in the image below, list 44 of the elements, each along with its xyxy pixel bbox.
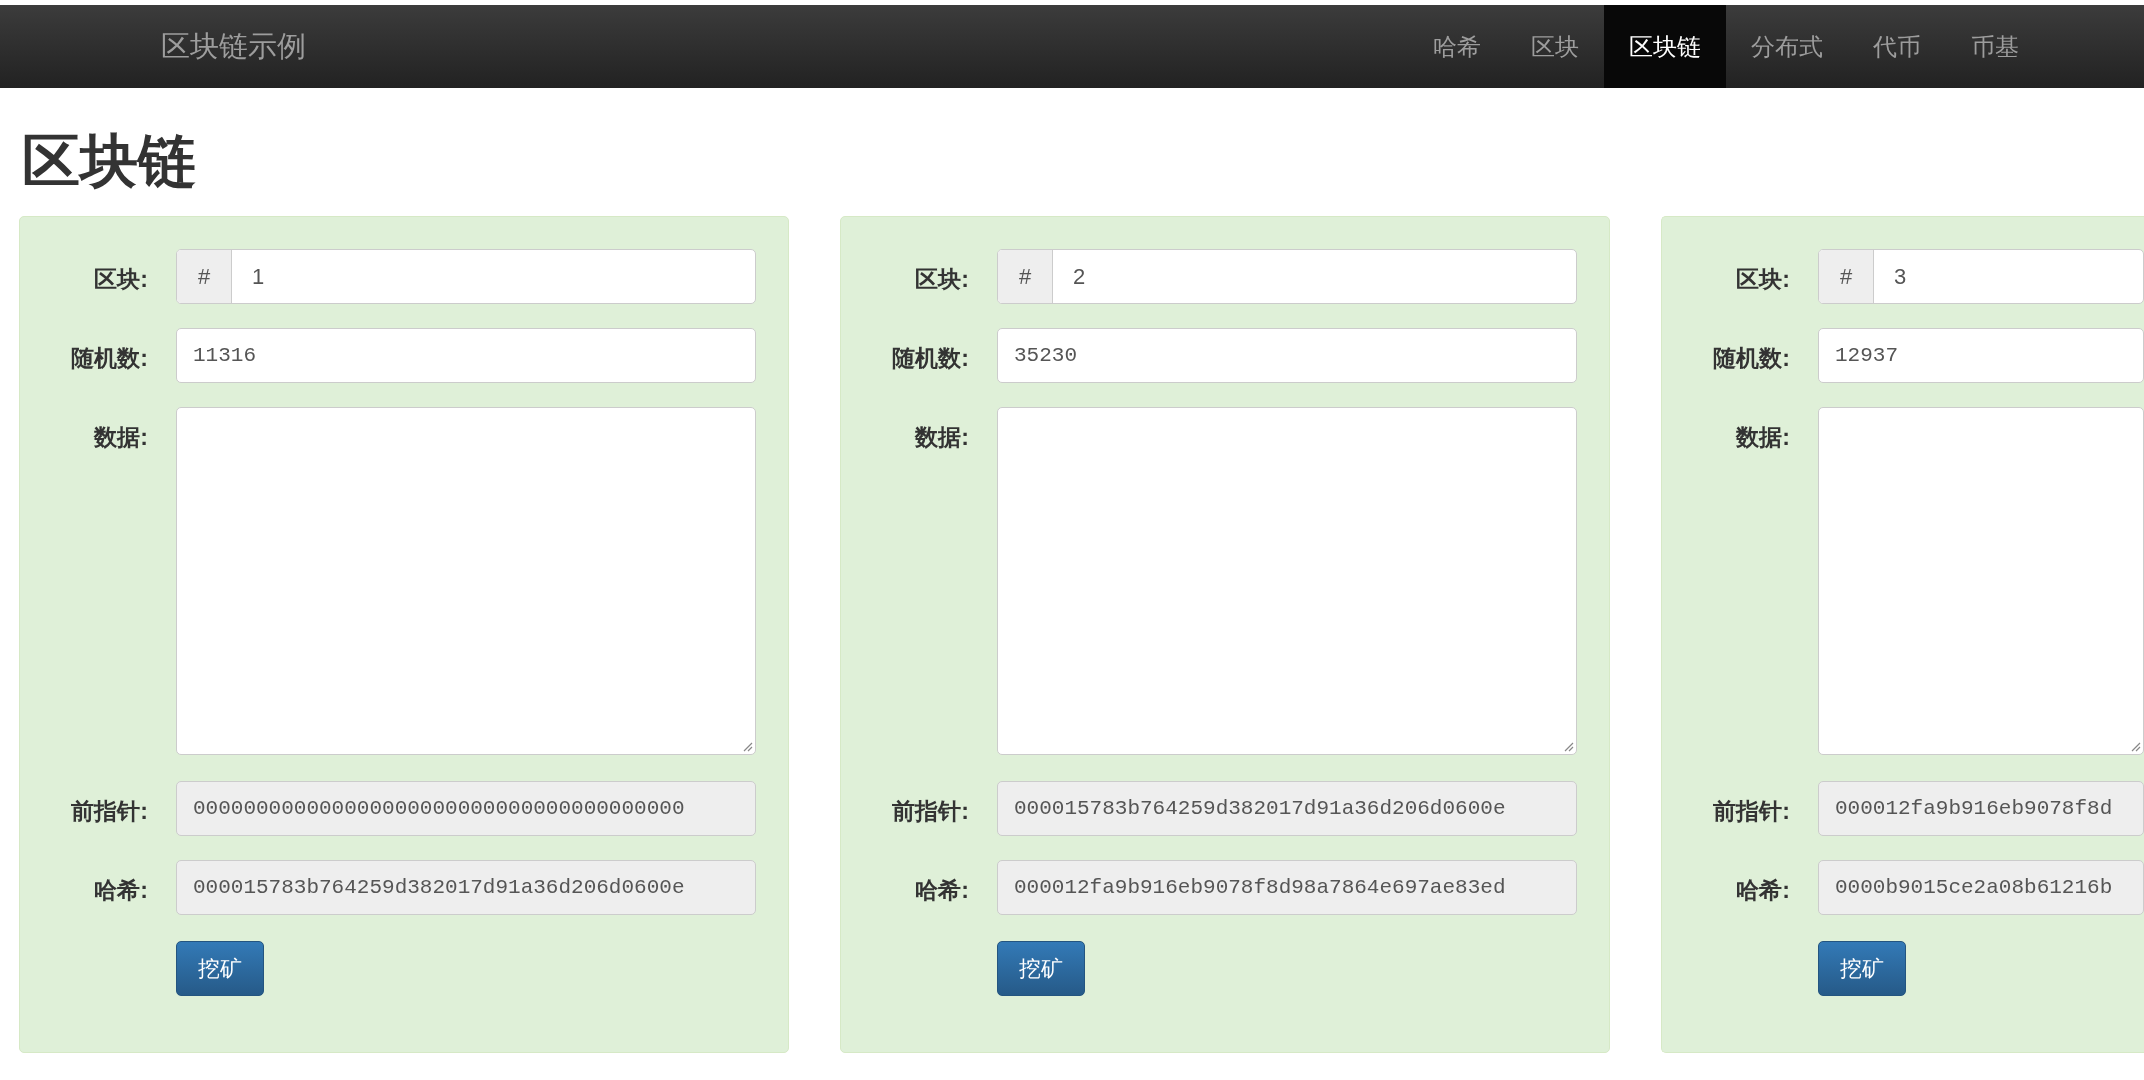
nav-tab[interactable]: 代币 [1848, 5, 1946, 88]
field-label: 哈希: [915, 877, 969, 903]
field-label: 区块: [915, 266, 969, 292]
field-label: 随机数: [1713, 345, 1790, 371]
nav-tab[interactable]: 币基 [1946, 5, 2044, 88]
data-field[interactable] [176, 407, 756, 755]
resize-grip-icon[interactable] [741, 740, 753, 752]
hash-field[interactable]: 0000b9015ce2a08b61216b [1818, 860, 2144, 915]
field-label: 数据: [1736, 424, 1790, 450]
block-number-field[interactable]: # 1 [176, 249, 756, 304]
hash-field[interactable]: 000012fa9b916eb9078f8d98a7864e697ae83ed [997, 860, 1577, 915]
brand-link[interactable]: 区块链示例 [161, 24, 306, 69]
nav-tab[interactable]: 分布式 [1726, 5, 1848, 88]
field-label: 数据: [94, 424, 148, 450]
mine-button[interactable]: 挖矿 [1818, 941, 1906, 996]
block-number-field[interactable]: # 3 [1818, 249, 2144, 304]
hash-field[interactable]: 000015783b764259d382017d91a36d206d0600e [176, 860, 756, 915]
field-label: 随机数: [892, 345, 969, 371]
nav-tab[interactable]: 哈希 [1408, 5, 1506, 88]
nonce-field[interactable]: 11316 [176, 328, 756, 383]
field-label: 区块: [1736, 266, 1790, 292]
data-field[interactable] [997, 407, 1577, 755]
mine-button[interactable]: 挖矿 [997, 941, 1085, 996]
field-label: 前指针: [1713, 798, 1790, 824]
field-label: 前指针: [71, 798, 148, 824]
nonce-field[interactable]: 12937 [1818, 328, 2144, 383]
field-label: 哈希: [94, 877, 148, 903]
nonce-field[interactable]: 35230 [997, 328, 1577, 383]
previous-hash-field[interactable]: 000015783b764259d382017d91a36d206d0600e [997, 781, 1577, 836]
field-label: 区块: [94, 266, 148, 292]
previous-hash-field[interactable]: 000000000000000000000000000000000000000 [176, 781, 756, 836]
page-title: 区块链 [22, 132, 196, 190]
resize-grip-icon[interactable] [2129, 740, 2141, 752]
block-number-field[interactable]: # 2 [997, 249, 1577, 304]
mine-button[interactable]: 挖矿 [176, 941, 264, 996]
previous-hash-field[interactable]: 000012fa9b916eb9078f8d [1818, 781, 2144, 836]
field-label: 哈希: [1736, 877, 1790, 903]
nav-tab[interactable]: 区块 [1506, 5, 1604, 88]
nav-tab[interactable]: 区块链 [1604, 5, 1726, 88]
field-label: 前指针: [892, 798, 969, 824]
field-label: 数据: [915, 424, 969, 450]
data-field[interactable] [1818, 407, 2144, 755]
field-label: 随机数: [71, 345, 148, 371]
resize-grip-icon[interactable] [1562, 740, 1574, 752]
